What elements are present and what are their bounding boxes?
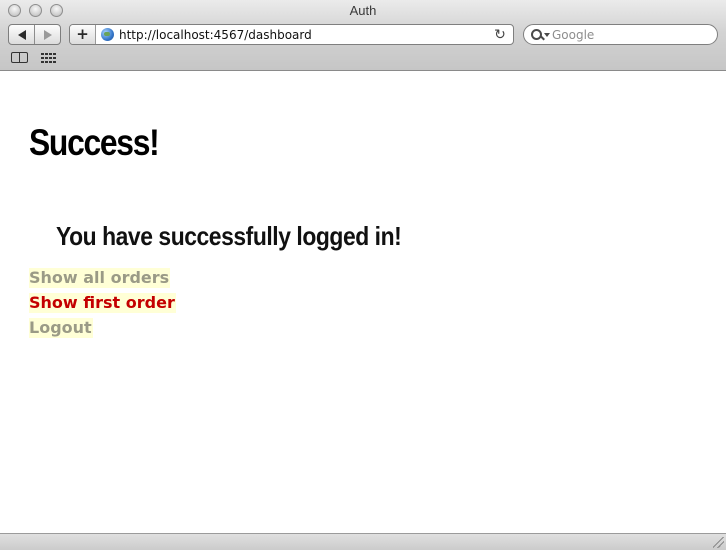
browser-toolbar: Auth + http://localhost:4567/dashboard ↻…: [0, 0, 726, 71]
browser-window: Auth + http://localhost:4567/dashboard ↻…: [0, 0, 726, 550]
show-all-orders-link[interactable]: Show all orders: [29, 265, 176, 290]
status-bar: [0, 533, 726, 550]
success-message: You have successfully logged in!: [56, 221, 402, 251]
page-content: Success! You have successfully logged in…: [0, 71, 726, 533]
search-input[interactable]: Google: [552, 28, 594, 42]
back-arrow-icon: [17, 29, 26, 40]
navigation-links: Show all orders Show first order Logout: [29, 265, 176, 340]
reload-button[interactable]: ↻: [493, 28, 507, 42]
show-first-order-link[interactable]: Show first order: [29, 290, 176, 315]
search-field[interactable]: Google: [523, 24, 718, 45]
top-sites-grid-icon[interactable]: [41, 53, 57, 63]
globe-icon: [101, 28, 114, 41]
forward-arrow-icon: [43, 29, 52, 40]
show-all-orders-label: Show all orders: [29, 268, 171, 288]
url-input[interactable]: http://localhost:4567/dashboard: [119, 28, 493, 42]
resize-grip-icon[interactable]: [713, 537, 724, 548]
logout-label: Logout: [29, 318, 93, 338]
logout-link[interactable]: Logout: [29, 315, 176, 340]
add-bookmark-button[interactable]: +: [70, 25, 96, 44]
window-title: Auth: [349, 3, 377, 18]
address-bar: + http://localhost:4567/dashboard ↻: [69, 24, 514, 45]
forward-button[interactable]: [34, 25, 60, 44]
page-title: Success!: [29, 122, 160, 163]
back-button[interactable]: [9, 25, 34, 44]
show-first-order-label: Show first order: [29, 293, 176, 313]
bookmarks-book-icon[interactable]: [11, 51, 29, 63]
search-icon[interactable]: [531, 28, 550, 41]
navigation-buttons: [8, 24, 61, 45]
